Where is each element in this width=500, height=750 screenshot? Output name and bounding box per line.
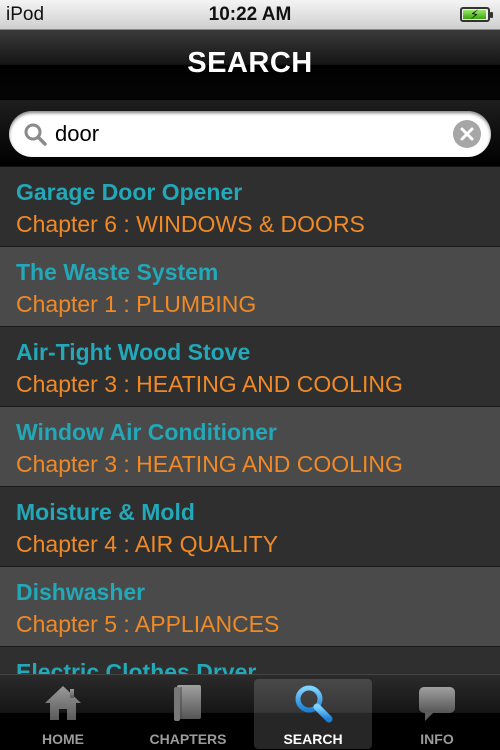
result-chapter: Chapter 4 : AIR QUALITY [16, 531, 279, 557]
search-field[interactable] [9, 111, 491, 157]
tab-label: INFO [420, 731, 454, 747]
tab-home[interactable]: HOME [4, 679, 122, 749]
list-item[interactable]: Window Air Conditioner Chapter 3 : HEATI… [0, 407, 500, 487]
result-title: Moisture & Mold [16, 499, 195, 525]
page-title: SEARCH [187, 47, 313, 79]
book-icon [174, 685, 201, 721]
search-bar [0, 100, 500, 167]
result-title: Air-Tight Wood Stove [16, 339, 251, 365]
tab-chapters[interactable]: CHAPTERS [129, 679, 247, 749]
close-icon [460, 127, 474, 141]
result-chapter: Chapter 6 : WINDOWS & DOORS [16, 211, 365, 237]
list-item[interactable]: Electric Clothes Dryer [0, 647, 500, 674]
status-bar: iPod 10:22 AM ⚡ [0, 0, 500, 30]
list-item[interactable]: Air-Tight Wood Stove Chapter 3 : HEATING… [0, 327, 500, 407]
search-icon [24, 123, 47, 146]
result-title: Electric Clothes Dryer [16, 659, 257, 674]
clear-search-button[interactable] [453, 120, 481, 148]
tab-info[interactable]: INFO [378, 679, 496, 749]
tab-label: CHAPTERS [149, 731, 227, 747]
charging-bolt-icon: ⚡ [470, 7, 480, 22]
tab-search[interactable]: SEARCH [254, 679, 372, 749]
home-icon [45, 686, 81, 720]
result-chapter: Chapter 5 : APPLIANCES [16, 611, 280, 637]
result-title: Garage Door Opener [16, 179, 243, 205]
result-title: Dishwasher [16, 579, 146, 605]
speech-bubble-icon [419, 687, 455, 721]
tab-bar: HOME CHAPTERS SEARCH INFO [0, 674, 500, 750]
results-list[interactable]: Garage Door Opener Chapter 6 : WINDOWS &… [0, 167, 500, 674]
tab-label: HOME [42, 731, 84, 747]
list-item[interactable]: Dishwasher Chapter 5 : APPLIANCES [0, 567, 500, 647]
result-chapter: Chapter 3 : HEATING AND COOLING [16, 451, 403, 477]
result-chapter: Chapter 3 : HEATING AND COOLING [16, 371, 403, 397]
battery-icon: ⚡ [460, 7, 493, 22]
result-title: The Waste System [16, 259, 219, 285]
result-title: Window Air Conditioner [16, 419, 277, 445]
search-input[interactable] [55, 117, 435, 151]
status-time: 10:22 AM [208, 4, 292, 25]
tab-label: SEARCH [283, 731, 343, 747]
list-item[interactable]: The Waste System Chapter 1 : PLUMBING [0, 247, 500, 327]
nav-bar: SEARCH [0, 30, 500, 100]
list-item[interactable]: Garage Door Opener Chapter 6 : WINDOWS &… [0, 167, 500, 247]
search-icon [295, 685, 333, 723]
result-chapter: Chapter 1 : PLUMBING [16, 291, 257, 317]
app-screen: iPod 10:22 AM ⚡ SEARCH Ga [0, 0, 500, 750]
list-item[interactable]: Moisture & Mold Chapter 4 : AIR QUALITY [0, 487, 500, 567]
